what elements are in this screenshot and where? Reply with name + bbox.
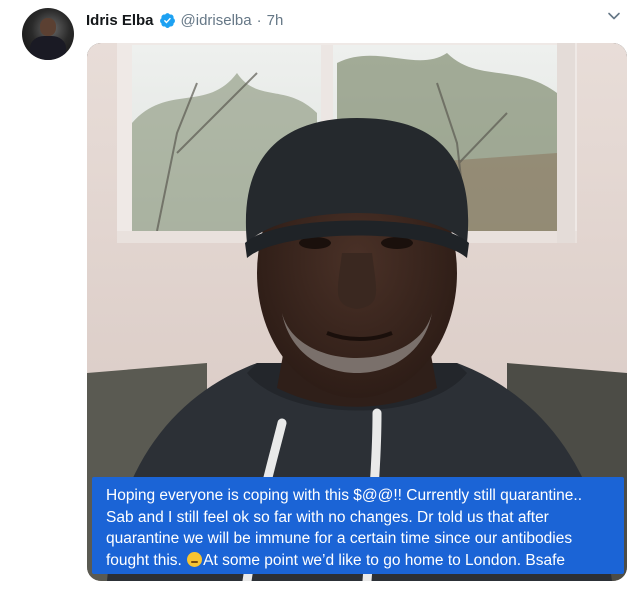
author-avatar[interactable] [22, 8, 74, 60]
thinking-face-emoji-icon [187, 551, 203, 567]
avatar-head-shape [40, 18, 56, 36]
caption-text: Hoping everyone is coping with this $@@!… [106, 485, 621, 571]
tweet-timestamp[interactable]: 7h [267, 12, 284, 29]
chevron-down-icon[interactable] [606, 8, 622, 24]
tweet-card[interactable]: Idris Elba @idriselba · 7h Hoping everyo… [0, 0, 634, 591]
caption-line-4: fought this. At some point we’d like to … [106, 550, 621, 572]
avatar-body-shape [30, 36, 66, 60]
caption-line-2: Sab and I still feel ok so far with no c… [106, 508, 549, 526]
header-separator: · [256, 11, 262, 29]
caption-overlay: Hoping everyone is coping with this $@@!… [92, 477, 624, 574]
caption-line-1: Hoping everyone is coping with this $@@!… [106, 487, 583, 504]
caption-line-3: quarantine we will be immune for a certa… [106, 530, 573, 547]
tweet-media-photo[interactable]: Hoping everyone is coping with this $@@!… [87, 43, 627, 581]
caption-line-4-end: At some point we’d like to go home to Lo… [203, 551, 566, 569]
tweet-header: Idris Elba @idriselba · 7h [86, 9, 283, 31]
author-handle[interactable]: @idriselba [181, 12, 252, 29]
verified-badge-icon [159, 12, 176, 29]
author-name[interactable]: Idris Elba [86, 12, 154, 29]
caption-line-4-start: fought this. [106, 551, 182, 569]
